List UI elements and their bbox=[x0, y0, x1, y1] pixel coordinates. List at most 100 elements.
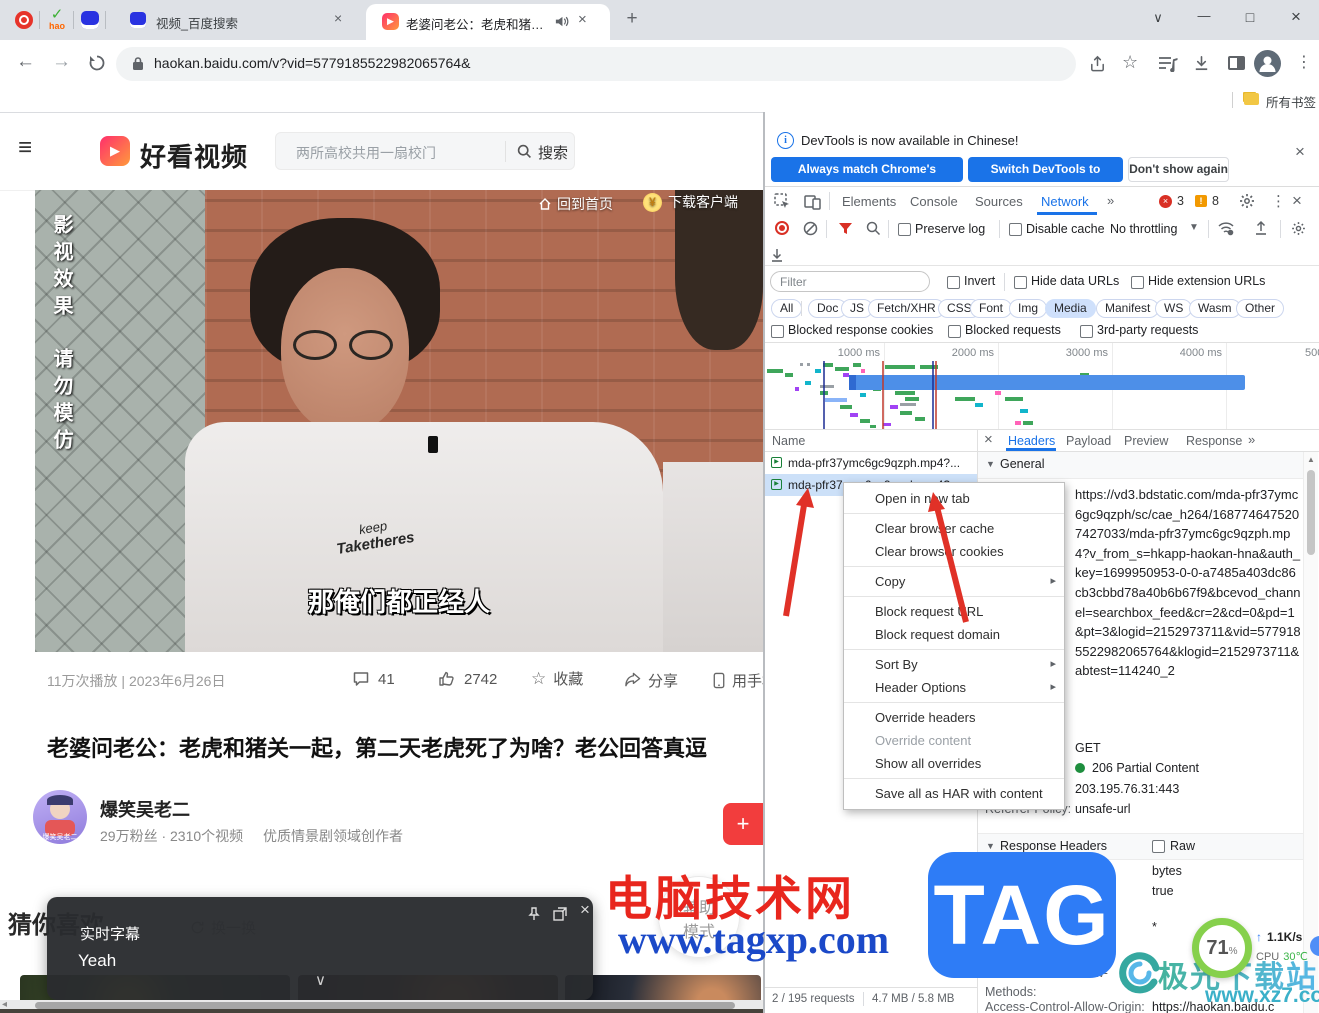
hide-extension-urls-checkbox[interactable] bbox=[1131, 276, 1144, 289]
tab-sources[interactable]: Sources bbox=[975, 194, 1023, 209]
referrer-policy-value[interactable]: unsafe-url bbox=[1075, 802, 1131, 816]
share-button[interactable]: 分享 bbox=[624, 670, 678, 691]
back-home-link[interactable]: 回到首页 bbox=[538, 194, 613, 214]
live-caption-panel[interactable]: × 实时字幕 Yeah ∨ bbox=[47, 897, 593, 1000]
menu-copy[interactable]: Copy ▸ bbox=[844, 570, 1064, 593]
filter-chip-other[interactable]: Other bbox=[1236, 299, 1285, 318]
timeline-overview[interactable]: 1000 ms 2000 ms 3000 ms 4000 ms 500 bbox=[765, 343, 1319, 430]
details-scrollbar[interactable]: ▲ bbox=[1303, 452, 1318, 1013]
blocked-requests-label[interactable]: Blocked requests bbox=[965, 323, 1061, 337]
bookmark-star-icon[interactable]: ☆ bbox=[1122, 52, 1138, 73]
tab-baidu-video-search[interactable]: 视频_百度搜索 × bbox=[112, 6, 360, 34]
banner-close-icon[interactable]: × bbox=[1295, 142, 1305, 162]
hide-data-urls-label[interactable]: Hide data URLs bbox=[1031, 274, 1119, 288]
search-icon[interactable] bbox=[866, 221, 881, 236]
request-url-value[interactable]: https://vd3.bdstatic.com/mda-pfr37ymc6gc… bbox=[1075, 485, 1301, 681]
comment-stat[interactable]: 41 bbox=[352, 670, 395, 688]
error-count[interactable]: 3 bbox=[1177, 194, 1184, 208]
detail-tab-preview[interactable]: Preview bbox=[1124, 434, 1168, 448]
url-bar[interactable]: haokan.baidu.com/v?vid=57791855229820657… bbox=[116, 47, 1076, 81]
disable-cache-label[interactable]: Disable cache bbox=[1026, 222, 1105, 236]
menu-clear-browser-cookies[interactable]: Clear browser cookies bbox=[844, 540, 1064, 563]
filter-chip-media[interactable]: Media bbox=[1045, 299, 1096, 318]
dismiss-banner-button[interactable]: Don't show again bbox=[1128, 157, 1229, 182]
status-code-value[interactable]: 206 Partial Content bbox=[1075, 761, 1199, 775]
pin-icon[interactable] bbox=[527, 907, 541, 921]
hao-pinned-icon[interactable]: ✓ hao bbox=[47, 7, 67, 31]
menu-sort-by[interactable]: Sort By ▸ bbox=[844, 653, 1064, 676]
filter-chip-font[interactable]: Font bbox=[970, 299, 1013, 318]
invert-label[interactable]: Invert bbox=[964, 274, 995, 288]
warning-count[interactable]: 8 bbox=[1212, 194, 1219, 208]
waterfall-overview-chart[interactable] bbox=[765, 361, 1319, 429]
follow-button[interactable]: + bbox=[723, 803, 763, 845]
switch-chinese-button[interactable]: Switch DevTools to Chinese bbox=[968, 157, 1123, 201]
request-method-value[interactable]: GET bbox=[1075, 741, 1101, 755]
haokan-logo-icon[interactable]: ▶ bbox=[100, 136, 130, 166]
third-party-checkbox[interactable] bbox=[1080, 325, 1093, 338]
minimize-button[interactable]: — bbox=[1192, 8, 1216, 23]
back-button[interactable]: ← bbox=[16, 51, 35, 73]
detail-tab-headers[interactable]: Headers bbox=[1008, 434, 1055, 448]
side-panel-icon[interactable] bbox=[1228, 56, 1245, 70]
search-button[interactable]: 搜索 bbox=[538, 142, 568, 163]
request-row[interactable]: ▶ mda-pfr37ymc6gc9qzph.mp4?... bbox=[765, 452, 977, 474]
media-control-icon[interactable] bbox=[1158, 56, 1178, 72]
share-icon[interactable] bbox=[1088, 54, 1107, 73]
filter-funnel-icon[interactable] bbox=[838, 222, 853, 235]
header-value[interactable]: * bbox=[1152, 920, 1157, 934]
menu-block-request-domain[interactable]: Block request domain bbox=[844, 623, 1064, 646]
search-box[interactable]: 两所高校共用一扇校门 搜索 bbox=[275, 132, 575, 170]
filter-chip-manifest[interactable]: Manifest bbox=[1096, 299, 1160, 318]
detail-tab-response[interactable]: Response bbox=[1186, 434, 1242, 448]
watch-on-phone-button[interactable]: 用手机看 bbox=[712, 670, 763, 691]
menu-block-request-url[interactable]: Block request URL bbox=[844, 600, 1064, 623]
devtools-kebab-icon[interactable]: ⋮ bbox=[1271, 192, 1286, 210]
scrollbar-thumb[interactable] bbox=[1307, 470, 1315, 555]
header-value[interactable]: true bbox=[1152, 884, 1174, 898]
import-har-icon[interactable] bbox=[770, 247, 784, 263]
disable-cache-checkbox[interactable] bbox=[1009, 223, 1022, 236]
filter-chip-img[interactable]: Img bbox=[1009, 299, 1048, 318]
detail-tab-payload[interactable]: Payload bbox=[1066, 434, 1111, 448]
clear-icon[interactable] bbox=[803, 221, 818, 236]
more-tabs-icon[interactable]: » bbox=[1107, 193, 1114, 208]
new-tab-button[interactable]: + bbox=[620, 8, 644, 32]
close-icon[interactable]: × bbox=[580, 900, 590, 920]
forward-button[interactable]: → bbox=[52, 51, 71, 73]
author-avatar[interactable]: 爆笑吴老二 bbox=[33, 790, 87, 844]
haokan-logo-text[interactable]: 好看视频 bbox=[140, 137, 248, 174]
download-icon[interactable] bbox=[1192, 54, 1211, 73]
filter-chip-ws[interactable]: WS bbox=[1155, 299, 1193, 318]
menu-header-options[interactable]: Header Options ▸ bbox=[844, 676, 1064, 699]
tab-audio-icon[interactable] bbox=[554, 14, 569, 29]
blocked-requests-checkbox[interactable] bbox=[948, 325, 961, 338]
maximize-button[interactable]: □ bbox=[1238, 9, 1262, 25]
preserve-log-label[interactable]: Preserve log bbox=[915, 222, 985, 236]
tab-search-icon[interactable]: ∨ bbox=[1146, 10, 1170, 26]
download-client-link[interactable]: ¥ 下载客户端 bbox=[643, 192, 738, 212]
filter-chip-all[interactable]: All bbox=[771, 299, 803, 318]
tab-network[interactable]: Network bbox=[1041, 194, 1089, 209]
network-filter-input[interactable]: Filter bbox=[770, 271, 930, 292]
tab-close-icon[interactable]: × bbox=[334, 10, 342, 26]
favorite-button[interactable]: ☆ 收藏 bbox=[531, 668, 583, 689]
inspect-icon[interactable] bbox=[774, 193, 791, 210]
devtools-settings-icon[interactable] bbox=[1239, 193, 1255, 209]
all-bookmarks-label[interactable]: 所有书签 bbox=[1266, 92, 1316, 111]
network-settings-icon[interactable] bbox=[1291, 221, 1306, 236]
record-button[interactable] bbox=[775, 221, 789, 235]
menu-kebab-icon[interactable]: ⋮ bbox=[1296, 52, 1312, 72]
expand-icon[interactable] bbox=[553, 907, 567, 921]
request-name[interactable]: mda-pfr37ymc6gc9qzph.mp4?... bbox=[788, 456, 974, 470]
tab-video-page[interactable]: ▶ 老婆问老公：老虎和猪关一 × bbox=[366, 4, 610, 40]
menu-open-in-new-tab[interactable]: Open in new tab bbox=[844, 487, 1064, 510]
general-section-header[interactable]: ▼ General bbox=[978, 452, 1303, 479]
hamburger-menu-icon[interactable]: ≡ bbox=[18, 134, 32, 162]
blocked-cookies-checkbox[interactable] bbox=[771, 325, 784, 338]
error-badge-icon[interactable]: × bbox=[1159, 195, 1172, 208]
url-text[interactable]: haokan.baidu.com/v?vid=57791855229820657… bbox=[154, 55, 470, 71]
weibo-pinned-icon[interactable] bbox=[15, 11, 33, 29]
window-close-button[interactable]: × bbox=[1284, 7, 1308, 27]
chevron-down-icon[interactable]: ∨ bbox=[315, 971, 326, 989]
